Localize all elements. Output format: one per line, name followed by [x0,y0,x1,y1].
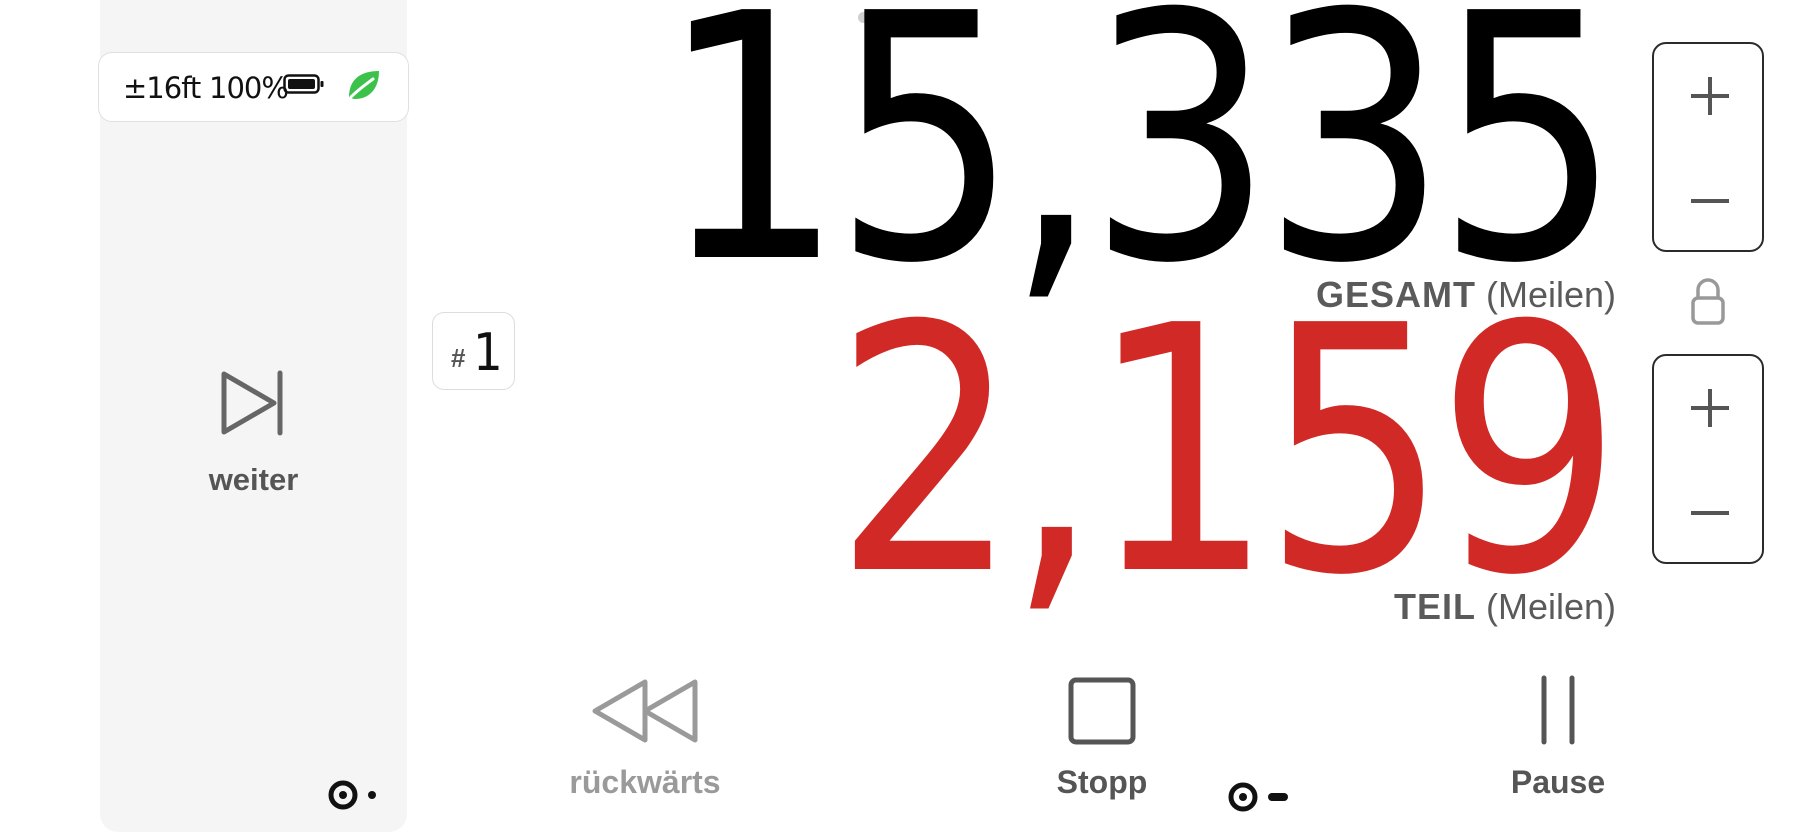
lock-icon[interactable] [1690,276,1726,326]
pause-button[interactable]: Pause [1478,668,1638,808]
stop-icon [1068,677,1136,745]
minus-icon [1691,199,1729,203]
status-bar: ±16ft 100% [98,52,409,122]
pause-icon [1541,675,1575,745]
stop-button[interactable]: Stopp [1020,668,1184,808]
trip-selector[interactable]: # 1 [432,312,515,390]
stop-label: Stopp [1056,764,1148,800]
partial-label-text: TEIL [1393,586,1476,627]
partial-decrement-button[interactable] [1654,461,1762,566]
battery-full-icon [283,74,324,94]
trip-hash: # [451,343,466,373]
toggle-icon[interactable] [1228,782,1292,812]
partial-distance-label: TEIL (Meilen) [1394,586,1616,628]
partial-stepper [1652,354,1764,564]
battery-percent: 100% [209,71,289,105]
rewind-icon [592,679,698,743]
toggle-icon[interactable] [328,780,378,810]
partial-distance-value: 2,159 [833,254,1622,650]
total-stepper [1652,42,1764,252]
total-increment-button[interactable] [1654,44,1762,149]
partial-increment-button[interactable] [1654,356,1762,461]
partial-unit-text: (Meilen) [1485,586,1616,627]
total-decrement-button[interactable] [1654,149,1762,254]
leaf-icon [349,71,379,99]
next-label: weiter [208,462,299,497]
reverse-button[interactable]: rückwärts [540,668,750,808]
gps-accuracy: ±16ft [123,71,201,105]
minus-icon [1691,511,1729,515]
trip-number: 1 [473,323,503,383]
next-button[interactable]: weiter [100,340,407,510]
pause-label: Pause [1510,764,1606,800]
skip-forward-icon [221,370,283,436]
reverse-label: rückwärts [569,764,721,800]
plus-icon [1691,389,1729,427]
plus-icon [1691,77,1729,115]
